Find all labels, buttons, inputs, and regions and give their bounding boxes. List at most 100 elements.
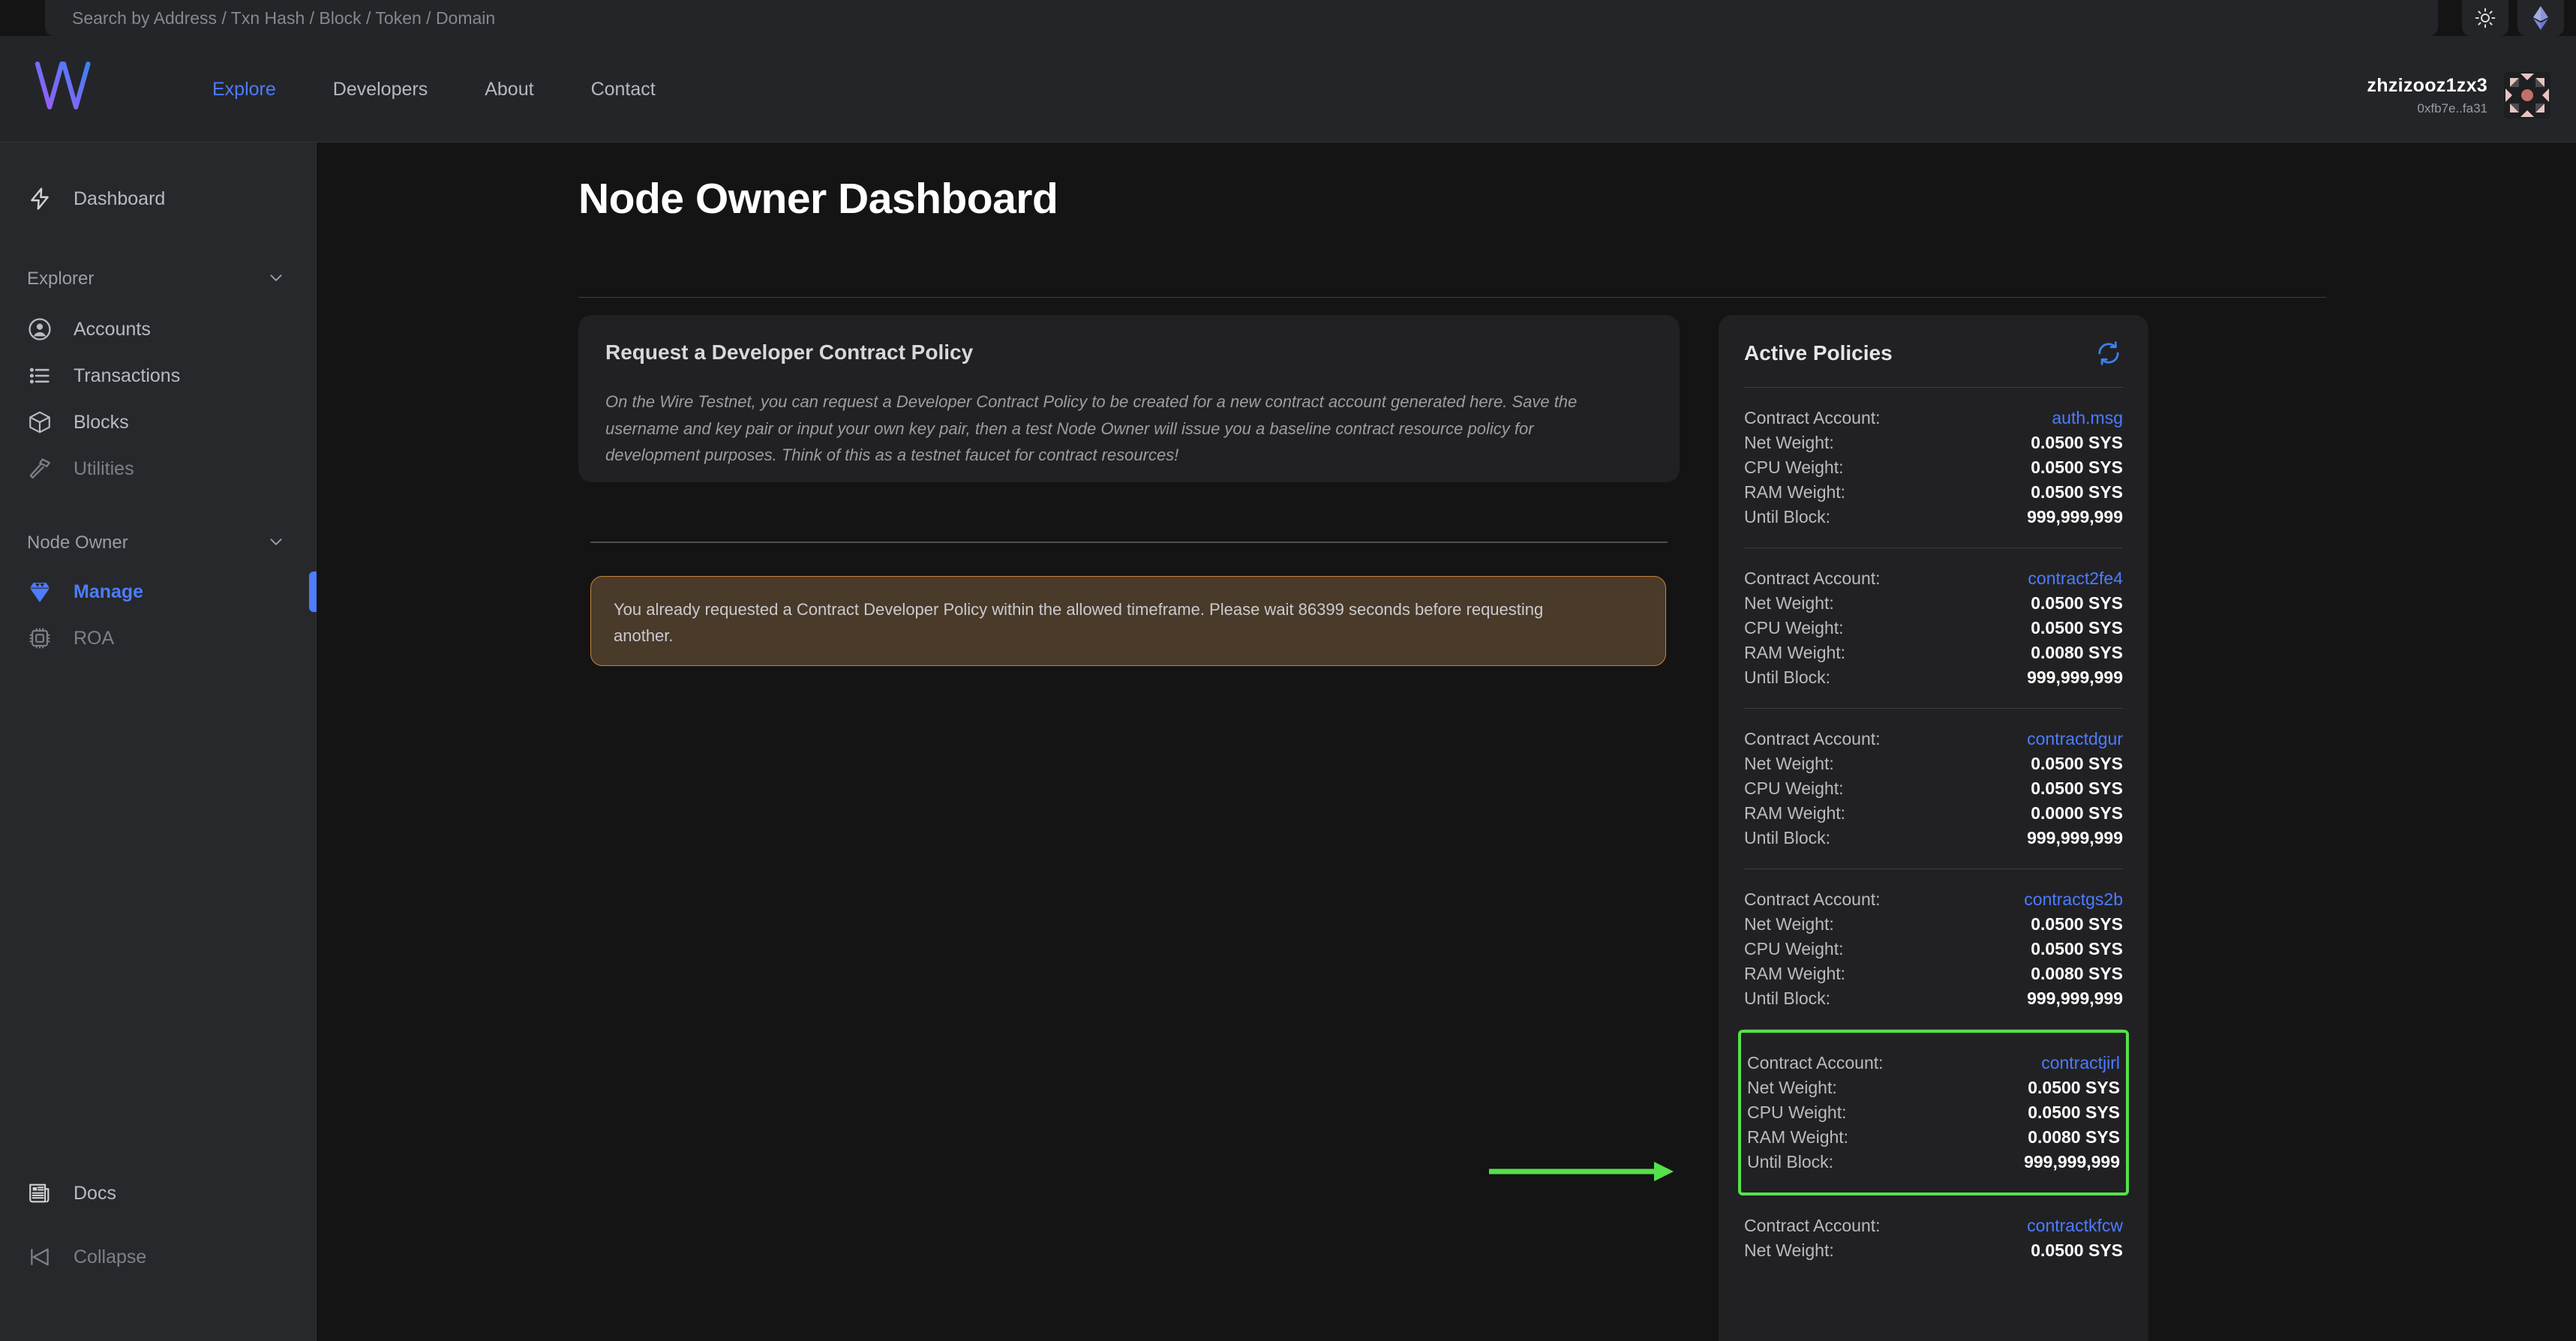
active-policies-header: Active Policies bbox=[1744, 315, 2123, 387]
contract-account-link[interactable]: contractgs2b bbox=[2024, 890, 2123, 910]
chevron-down-icon bbox=[266, 268, 286, 291]
policy-row: RAM Weight: 0.0000 SYS bbox=[1744, 801, 2123, 826]
policy-row-value: 0.0500 SYS bbox=[2031, 482, 2123, 502]
policy-row: Contract Account: contractdgur bbox=[1744, 727, 2123, 752]
wire-logo-icon[interactable] bbox=[33, 58, 95, 112]
policy-row-value: 0.0000 SYS bbox=[2031, 803, 2123, 823]
policy-row-value: 0.0500 SYS bbox=[2031, 939, 2123, 958]
main-nav: Explore Developers About Contact bbox=[184, 36, 684, 142]
policy-row-label: Net Weight: bbox=[1744, 1240, 1834, 1260]
policy-row-value: 0.0500 SYS bbox=[2031, 458, 2123, 477]
user-name: zhzizooz1zx3 bbox=[2367, 74, 2487, 96]
sidebar-item-blocks[interactable]: Blocks bbox=[0, 399, 316, 446]
policy-row-value: 999,999,999 bbox=[2027, 988, 2123, 1008]
policy-row-value: 0.0080 SYS bbox=[2031, 964, 2123, 983]
policy-row: Net Weight: 0.0500 SYS bbox=[1744, 1238, 2123, 1263]
avatar[interactable] bbox=[2504, 72, 2550, 118]
sidebar-item-dashboard[interactable]: Dashboard bbox=[0, 176, 316, 222]
policy-row: Contract Account: contractjirl bbox=[1747, 1051, 2120, 1076]
policy-row-value: 999,999,999 bbox=[2027, 507, 2123, 526]
policy-row-label: Net Weight: bbox=[1744, 754, 1834, 773]
sidebar-group-node-owner[interactable]: Node Owner bbox=[0, 524, 316, 562]
policy-item: Contract Account: contractgs2b Net Weight:… bbox=[1744, 869, 2123, 1030]
policy-row-value: 0.0500 SYS bbox=[2031, 618, 2123, 638]
policy-row-label: Contract Account: bbox=[1744, 1216, 1881, 1235]
nav-item-contact[interactable]: Contact bbox=[563, 79, 684, 100]
policy-row: Net Weight: 0.0500 SYS bbox=[1744, 912, 2123, 937]
sidebar-item-utilities[interactable]: Utilities bbox=[0, 446, 316, 492]
policy-row: Until Block: 999,999,999 bbox=[1744, 986, 2123, 1011]
contract-account-link[interactable]: contractkfcw bbox=[2027, 1216, 2123, 1236]
sidebar-item-roa[interactable]: ROA bbox=[0, 615, 316, 662]
policy-item: Contract Account: auth.msg Net Weight: 0.05… bbox=[1744, 388, 2123, 548]
nav-item-developers[interactable]: Developers bbox=[305, 79, 456, 100]
contract-account-link[interactable]: contractdgur bbox=[2027, 729, 2123, 749]
policy-row-label: Net Weight: bbox=[1744, 914, 1834, 934]
nav-item-explore[interactable]: Explore bbox=[184, 79, 305, 100]
contract-account-link[interactable]: contractjirl bbox=[2041, 1053, 2120, 1073]
sidebar-group-explorer[interactable]: Explorer bbox=[0, 260, 316, 298]
sidebar-item-accounts[interactable]: Accounts bbox=[0, 306, 316, 352]
sidebar-item-transactions[interactable]: Transactions bbox=[0, 352, 316, 399]
sidebar-item-label: Utilities bbox=[74, 458, 134, 479]
policy-row: CPU Weight: 0.0500 SYS bbox=[1744, 616, 2123, 640]
contract-account-link[interactable]: contract2fe4 bbox=[2028, 568, 2123, 589]
policy-row-label: Net Weight: bbox=[1747, 1078, 1837, 1097]
network-selector-button[interactable] bbox=[2517, 0, 2564, 36]
policy-row-value: 999,999,999 bbox=[2027, 828, 2123, 848]
active-policies-list: Contract Account: auth.msg Net Weight: 0.05… bbox=[1738, 387, 2129, 1281]
identicon-avatar-icon bbox=[2504, 72, 2550, 118]
nav-item-about[interactable]: About bbox=[456, 79, 562, 100]
sidebar-group-label: Explorer bbox=[27, 268, 95, 289]
policy-row-label: Until Block: bbox=[1744, 988, 1831, 1008]
policy-row-value: 0.0500 SYS bbox=[2031, 754, 2123, 773]
policy-row-value: 999,999,999 bbox=[2027, 668, 2123, 687]
policy-item: Contract Account: contract2fe4 Net Weight:… bbox=[1744, 548, 2123, 709]
sidebar-item-manage[interactable]: Manage bbox=[0, 568, 317, 615]
policy-row-label: Net Weight: bbox=[1744, 433, 1834, 452]
policy-row-value: 0.0500 SYS bbox=[2028, 1078, 2120, 1097]
policy-row-value: 0.0500 SYS bbox=[2031, 593, 2123, 613]
policy-row: RAM Weight: 0.0080 SYS bbox=[1744, 962, 2123, 986]
sidebar-item-label: Blocks bbox=[74, 411, 129, 433]
site-header: Explore Developers About Contact zhzizoo… bbox=[0, 36, 2576, 142]
policy-row-label: RAM Weight: bbox=[1744, 482, 1846, 502]
policy-row: Net Weight: 0.0500 SYS bbox=[1744, 752, 2123, 776]
lightning-icon bbox=[26, 184, 54, 213]
sidebar-item-label: Accounts bbox=[74, 318, 151, 340]
search-input[interactable] bbox=[72, 8, 1122, 28]
policy-row-label: Contract Account: bbox=[1744, 729, 1881, 748]
policy-row-label: Contract Account: bbox=[1747, 1053, 1884, 1072]
policy-row: Contract Account: contractgs2b bbox=[1744, 887, 2123, 912]
sidebar-item-collapse[interactable]: Collapse bbox=[0, 1234, 316, 1280]
ethereum-icon bbox=[2533, 6, 2548, 30]
active-policies-card: Active Policies Contract Account: auth.ms… bbox=[1719, 315, 2148, 1341]
sidebar: Dashboard Explorer Accounts Transactions bbox=[0, 142, 317, 1341]
search-bar[interactable] bbox=[45, 0, 2438, 36]
policy-row-label: Until Block: bbox=[1744, 507, 1831, 526]
sidebar-group-label: Node Owner bbox=[27, 532, 128, 553]
policy-row-label: CPU Weight: bbox=[1747, 1102, 1847, 1122]
policy-row: CPU Weight: 0.0500 SYS bbox=[1747, 1100, 2120, 1125]
alert-message: You already requested a Contract Develop… bbox=[614, 600, 1544, 646]
policy-row-label: RAM Weight: bbox=[1747, 1127, 1849, 1147]
chip-icon bbox=[26, 624, 54, 652]
policy-row-label: CPU Weight: bbox=[1744, 458, 1844, 477]
theme-toggle-button[interactable] bbox=[2462, 0, 2508, 36]
contract-account-link[interactable]: auth.msg bbox=[2052, 408, 2123, 428]
user-menu[interactable]: zhzizooz1zx3 0xfb7e..fa31 bbox=[2367, 72, 2550, 118]
sidebar-item-docs[interactable]: Docs bbox=[0, 1170, 316, 1216]
policy-item: Contract Account: contractkfcw Net Weight:… bbox=[1744, 1196, 2123, 1281]
active-policies-title: Active Policies bbox=[1744, 341, 1893, 364]
policy-row: Net Weight: 0.0500 SYS bbox=[1744, 591, 2123, 616]
top-bar bbox=[0, 0, 2576, 36]
policy-row-value: 0.0500 SYS bbox=[2031, 1240, 2123, 1260]
refresh-icon bbox=[2098, 341, 2119, 365]
title-divider bbox=[578, 297, 2326, 298]
chevron-down-icon bbox=[266, 532, 286, 555]
policy-row-value: 0.0080 SYS bbox=[2031, 643, 2123, 662]
arrow-right-annotation-icon bbox=[1489, 1162, 1674, 1181]
policy-row-value: 0.0500 SYS bbox=[2028, 1102, 2120, 1122]
refresh-button[interactable] bbox=[2094, 339, 2123, 368]
request-policy-card: Request a Developer Contract Policy On t… bbox=[578, 315, 1680, 482]
